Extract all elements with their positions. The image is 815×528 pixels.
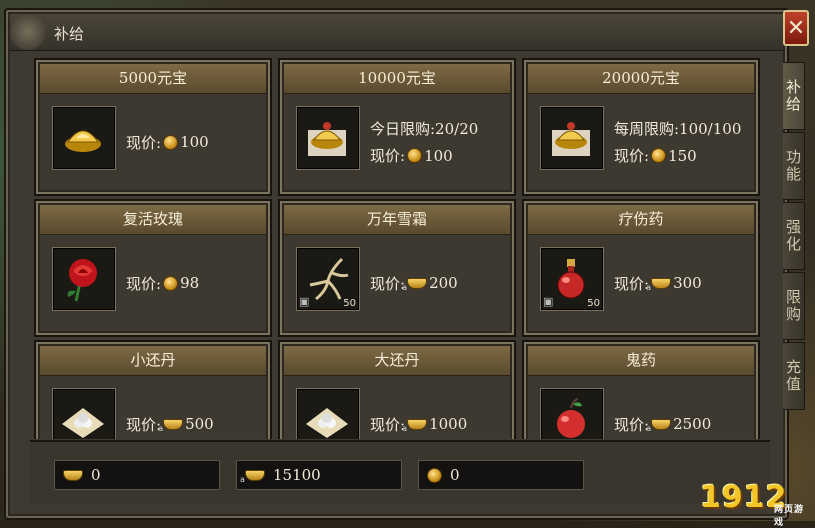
price-label: 现价:: [126, 415, 162, 434]
site-logo: 1912 网页游戏: [700, 480, 810, 528]
item-name: 20000元宝: [528, 64, 754, 94]
item-name: 复活玫瑰: [40, 205, 266, 235]
tab-limited[interactable]: 限购: [783, 272, 805, 340]
tab-recharge[interactable]: 充值: [783, 342, 805, 410]
lock-icon: ▣: [543, 295, 554, 308]
bound-ingot-icon: [646, 418, 672, 433]
item-name: 10000元宝: [284, 64, 510, 94]
tab-function[interactable]: 功能: [783, 132, 805, 200]
red-apple-icon[interactable]: [540, 388, 604, 439]
side-tab-bar: 补给 功能 强化 限购 充值: [783, 62, 813, 412]
ginseng-root-icon[interactable]: ▣ 50: [296, 247, 360, 311]
lock-icon: ▣: [299, 295, 310, 308]
bound-ingot-icon: [646, 277, 672, 292]
coin-icon: [163, 275, 179, 291]
gold-ingot-pile-icon[interactable]: [540, 106, 604, 170]
price-value: 98: [180, 274, 200, 292]
price-label: 现价:: [370, 274, 406, 293]
dragon-ornament-icon: [10, 14, 46, 50]
price-value: 150: [668, 146, 697, 165]
item-grid: 5000元宝 现价: 100 10000元宝 今日限购:20/20 现价: 100 …: [30, 54, 770, 439]
item-name: 万年雪霜: [284, 205, 510, 235]
bound-ingot-balance-value: 15100: [273, 466, 321, 484]
pill-bag-icon[interactable]: [52, 388, 116, 439]
price-label: 现价:: [614, 147, 650, 165]
coin-balance: 0: [418, 460, 584, 490]
purchase-limit: 每周限购:100/100: [614, 120, 742, 138]
shop-item-card[interactable]: 万年雪霜 ▣ 50 现价: 200: [278, 199, 516, 337]
bound-ingot-icon: [402, 418, 428, 433]
price-value: 100: [180, 133, 209, 151]
red-rose-icon[interactable]: [52, 247, 116, 311]
price-label: 现价:: [126, 274, 162, 293]
tab-enhance[interactable]: 强化: [783, 202, 805, 270]
stack-count: 50: [343, 298, 356, 309]
bound-ingot-balance: 15100: [236, 460, 402, 490]
currency-balance-bar: 0 15100 0: [30, 440, 770, 504]
shop-item-card[interactable]: 10000元宝 今日限购:20/20 现价: 100: [278, 58, 516, 196]
red-potion-icon[interactable]: ▣ 50: [540, 247, 604, 311]
bound-ingot-icon: [240, 469, 265, 484]
purchase-limit: 今日限购:20/20: [370, 120, 479, 138]
price-label: 现价:: [614, 274, 650, 293]
close-button[interactable]: ✕: [783, 10, 809, 46]
price-value: 300: [673, 274, 702, 292]
price-value: 1000: [429, 415, 468, 433]
price-value: 500: [185, 415, 214, 433]
gold-ingot-pile-icon[interactable]: [296, 106, 360, 170]
window-title: 补给: [54, 25, 85, 43]
pill-bag-icon[interactable]: [296, 388, 360, 439]
item-name: 疗伤药: [528, 205, 754, 235]
ingot-balance-value: 0: [91, 466, 101, 484]
price-value: 100: [424, 146, 453, 165]
coin-balance-value: 0: [450, 466, 460, 484]
item-name: 大还丹: [284, 346, 510, 376]
item-name: 小还丹: [40, 346, 266, 376]
title-bar[interactable]: 补给: [10, 14, 783, 51]
coin-icon: [427, 467, 442, 483]
price-label: 现价:: [614, 415, 650, 434]
bound-ingot-icon: [402, 277, 428, 292]
logo-subtext: 网页游戏: [774, 505, 805, 528]
bound-ingot-icon: [158, 418, 184, 433]
item-name: 鬼药: [528, 346, 754, 376]
shop-item-card[interactable]: 复活玫瑰 现价: 98: [34, 199, 272, 337]
ingot-icon: [63, 469, 83, 481]
coin-icon: [651, 148, 667, 163]
price-value: 2500: [673, 415, 712, 433]
price-label: 现价:: [126, 133, 162, 152]
coin-icon: [163, 134, 179, 150]
item-name: 5000元宝: [40, 64, 266, 94]
price-value: 200: [429, 274, 458, 292]
tab-supply[interactable]: 补给: [783, 62, 805, 130]
price-label: 现价:: [370, 415, 406, 434]
shop-item-card[interactable]: 鬼药 现价: 2500: [522, 340, 760, 439]
shop-item-card[interactable]: 大还丹 现价: 1000: [278, 340, 516, 439]
shop-item-card[interactable]: 20000元宝 每周限购:100/100 现价: 150: [522, 58, 760, 196]
stack-count: 50: [587, 298, 600, 309]
coin-icon: [407, 148, 423, 163]
price-label: 现价:: [370, 147, 406, 165]
shop-item-card[interactable]: 小还丹 现价: 500: [34, 340, 272, 439]
shop-item-card[interactable]: 疗伤药 ▣ 50 现价: 300: [522, 199, 760, 337]
gold-ingot-pile-icon[interactable]: [52, 106, 116, 170]
ingot-balance: 0: [54, 460, 220, 490]
shop-item-card[interactable]: 5000元宝 现价: 100: [34, 58, 272, 196]
